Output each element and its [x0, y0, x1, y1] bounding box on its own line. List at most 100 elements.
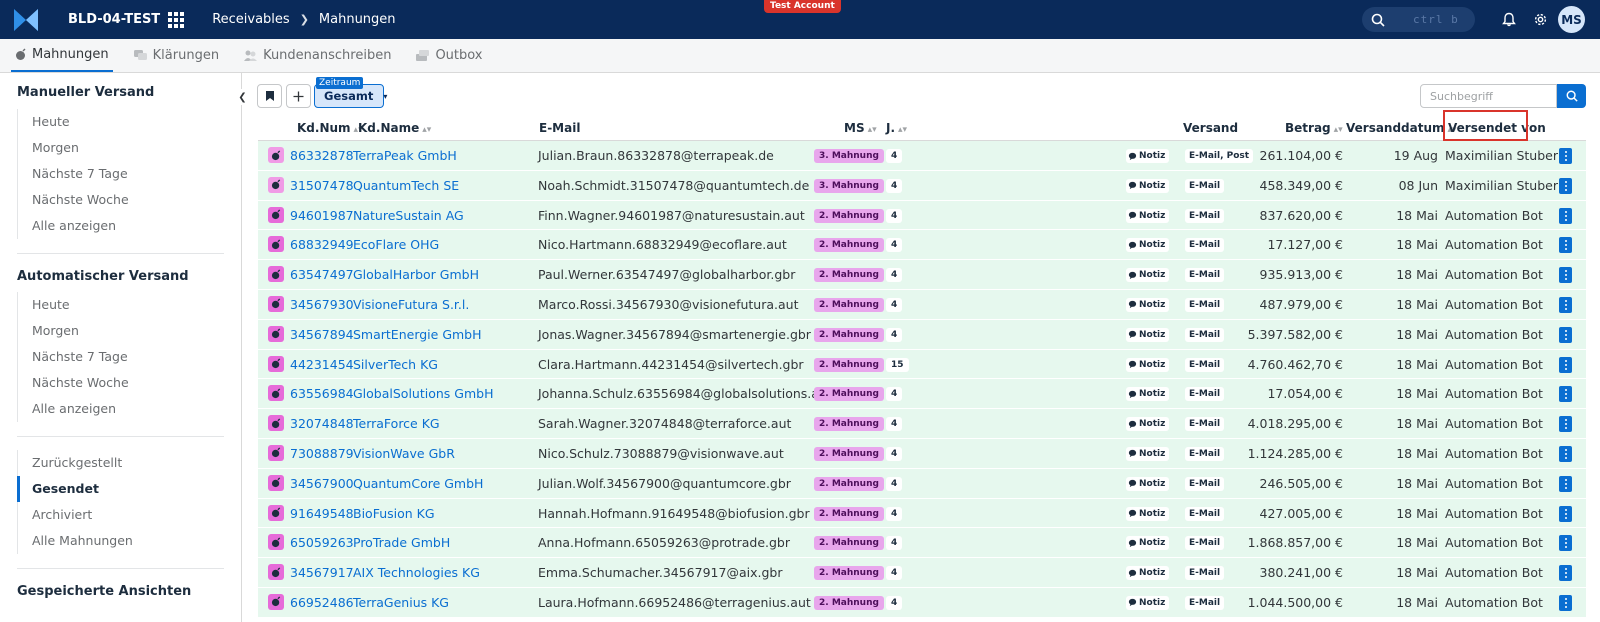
table-row[interactable]: 44231454 SilverTech KG Clara.Hartmann.44… — [258, 349, 1586, 380]
sidebar-item-archiviert[interactable]: Archiviert — [17, 502, 224, 528]
avatar[interactable]: MS — [1558, 6, 1585, 33]
row-menu-button[interactable] — [1559, 416, 1572, 433]
table-row[interactable]: 73088879 VisionWave GbR Nico.Schulz.7308… — [258, 438, 1586, 469]
note-button[interactable]: Notiz — [1126, 387, 1170, 402]
note-button[interactable]: Notiz — [1126, 446, 1170, 461]
sidebar-item-auto-all[interactable]: Alle anzeigen — [17, 396, 224, 422]
customer-name-link[interactable]: SmartEnergie GmbH — [353, 320, 482, 349]
column-header-kdname[interactable]: Kd.Name ▴▾ — [358, 117, 431, 140]
column-header-j[interactable]: J. ▴▾ — [886, 117, 907, 140]
sidebar-item-manual-all[interactable]: Alle anzeigen — [17, 213, 224, 239]
gear-icon[interactable] — [1531, 10, 1549, 28]
sidebar-heading-saved-views[interactable]: Gespeicherte Ansichten — [17, 584, 191, 599]
customer-name-link[interactable]: QuantumCore GmbH — [353, 469, 483, 498]
note-button[interactable]: Notiz — [1126, 178, 1170, 193]
sidebar-item-alle-mahnungen[interactable]: Alle Mahnungen — [17, 528, 224, 554]
row-menu-button[interactable] — [1559, 475, 1572, 492]
customer-name-link[interactable]: TerraGenius KG — [353, 588, 449, 617]
row-menu-button[interactable] — [1559, 148, 1572, 164]
table-row[interactable]: 65059263 ProTrade GmbH Anna.Hofmann.6505… — [258, 528, 1586, 559]
table-row[interactable]: 34567930 VisioneFutura S.r.l. Marco.Ross… — [258, 289, 1586, 320]
customer-number-link[interactable]: 86332878 — [290, 141, 354, 170]
column-header-versand[interactable]: Versand — [1183, 117, 1238, 140]
row-menu-button[interactable] — [1559, 535, 1572, 552]
customer-name-link[interactable]: EcoFlare OHG — [353, 230, 439, 259]
tab-kundenanschreiben[interactable]: Kundenanschreiben — [239, 39, 395, 72]
customer-number-link[interactable]: 34567917 — [290, 558, 354, 587]
customer-number-link[interactable]: 65059263 — [290, 528, 354, 557]
customer-name-link[interactable]: BioFusion KG — [353, 499, 435, 528]
table-row[interactable]: 32074848 TerraForce KG Sarah.Wagner.3207… — [258, 409, 1586, 439]
table-row[interactable]: 34567900 QuantumCore GmbH Julian.Wolf.34… — [258, 468, 1586, 499]
table-row[interactable]: 94601987 NatureSustain AG Finn.Wagner.94… — [258, 200, 1586, 231]
sidebar-item-manual-nextweek[interactable]: Nächste Woche — [17, 187, 224, 213]
sidebar-item-auto-morgen[interactable]: Morgen — [17, 318, 224, 344]
customer-name-link[interactable]: SilverTech KG — [353, 350, 438, 379]
sidebar-item-auto-nextweek[interactable]: Nächste Woche — [17, 370, 224, 396]
search-input[interactable] — [1420, 84, 1557, 108]
table-row[interactable]: 91649548 BioFusion KG Hannah.Hofmann.916… — [258, 498, 1586, 529]
row-menu-button[interactable] — [1559, 505, 1572, 522]
customer-name-link[interactable]: VisionWave GbR — [353, 439, 455, 468]
customer-name-link[interactable]: ProTrade GmbH — [353, 528, 450, 557]
customer-number-link[interactable]: 32074848 — [290, 409, 354, 438]
customer-number-link[interactable]: 94601987 — [290, 201, 354, 230]
add-button[interactable] — [286, 84, 311, 108]
customer-number-link[interactable]: 91649548 — [290, 499, 354, 528]
note-button[interactable]: Notiz — [1126, 566, 1170, 581]
note-button[interactable]: Notiz — [1126, 238, 1170, 253]
app-launcher-icon[interactable] — [168, 11, 185, 28]
note-button[interactable]: Notiz — [1126, 149, 1170, 163]
customer-name-link[interactable]: GlobalHarbor GmbH — [353, 260, 479, 289]
note-button[interactable]: Notiz — [1126, 208, 1170, 223]
customer-number-link[interactable]: 31507478 — [290, 171, 354, 200]
customer-number-link[interactable]: 34567900 — [290, 469, 354, 498]
sidebar-item-manual-next7[interactable]: Nächste 7 Tage — [17, 161, 224, 187]
note-button[interactable]: Notiz — [1126, 595, 1170, 610]
sidebar-item-manual-heute[interactable]: Heute — [17, 109, 224, 135]
table-row[interactable]: 68832949 EcoFlare OHG Nico.Hartmann.6883… — [258, 230, 1586, 261]
customer-number-link[interactable]: 63556984 — [290, 379, 354, 408]
column-header-ms[interactable]: MS ▴▾ — [844, 117, 877, 140]
column-header-kdnum[interactable]: Kd.Num ▴▾ — [297, 117, 363, 140]
tab-mahnungen[interactable]: Mahnungen — [11, 39, 113, 72]
customer-number-link[interactable]: 68832949 — [290, 230, 354, 259]
sidebar-item-auto-next7[interactable]: Nächste 7 Tage — [17, 344, 224, 370]
table-row[interactable]: 31507478 QuantumTech SE Noah.Schmidt.315… — [258, 170, 1586, 201]
customer-name-link[interactable]: NatureSustain AG — [353, 201, 464, 230]
column-header-email[interactable]: E-Mail — [539, 117, 580, 140]
row-menu-button[interactable] — [1559, 565, 1572, 582]
row-menu-button[interactable] — [1559, 445, 1572, 462]
breadcrumb-item-receivables[interactable]: Receivables — [212, 12, 290, 27]
customer-number-link[interactable]: 66952486 — [290, 588, 354, 617]
table-row[interactable]: 63556984 GlobalSolutions GmbH Johanna.Sc… — [258, 379, 1586, 410]
row-menu-button[interactable] — [1559, 207, 1572, 224]
customer-name-link[interactable]: GlobalSolutions GmbH — [353, 379, 493, 408]
customer-number-link[interactable]: 34567894 — [290, 320, 354, 349]
customer-name-link[interactable]: TerraForce KG — [353, 409, 440, 438]
collapse-sidebar-chevron-left-icon[interactable]: ❮ — [236, 89, 249, 105]
tab-klaerungen[interactable]: Klärungen — [129, 39, 223, 72]
bell-icon[interactable] — [1500, 10, 1518, 28]
row-menu-button[interactable] — [1559, 296, 1572, 313]
row-menu-button[interactable] — [1559, 356, 1572, 373]
note-button[interactable]: Notiz — [1126, 506, 1170, 521]
customer-number-link[interactable]: 44231454 — [290, 350, 354, 379]
bookmark-button[interactable] — [257, 84, 282, 108]
row-menu-button[interactable] — [1559, 177, 1572, 194]
sidebar-item-auto-heute[interactable]: Heute — [17, 292, 224, 318]
table-row[interactable]: 63547497 GlobalHarbor GmbH Paul.Werner.6… — [258, 260, 1586, 290]
row-menu-button[interactable] — [1559, 594, 1572, 611]
search-button[interactable] — [1557, 84, 1586, 108]
row-menu-button[interactable] — [1559, 386, 1572, 403]
row-menu-button[interactable] — [1559, 267, 1572, 284]
sidebar-item-zurueckgestellt[interactable]: Zurückgestellt — [17, 450, 224, 476]
note-button[interactable]: Notiz — [1126, 357, 1170, 372]
global-search[interactable]: ctrl b — [1362, 7, 1475, 32]
customer-number-link[interactable]: 73088879 — [290, 439, 354, 468]
customer-number-link[interactable]: 34567930 — [290, 290, 354, 319]
table-row[interactable]: 66952486 TerraGenius KG Laura.Hofmann.66… — [258, 587, 1586, 618]
table-row[interactable]: 34567917 AIX Technologies KG Emma.Schuma… — [258, 558, 1586, 588]
column-header-versanddatum[interactable]: Versanddatum ▴▾ — [1346, 117, 1457, 140]
note-button[interactable]: Notiz — [1126, 417, 1170, 432]
